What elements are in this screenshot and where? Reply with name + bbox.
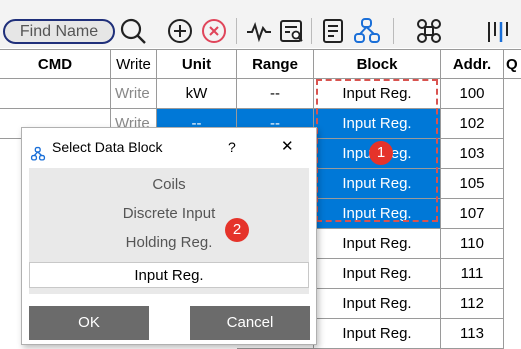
- table-cell-range[interactable]: --: [237, 79, 314, 109]
- toolbar-divider: [236, 18, 237, 44]
- table-cell-unit[interactable]: kW: [157, 79, 237, 109]
- column-header-q[interactable]: Q: [504, 49, 521, 79]
- select-data-block-dialog: Select Data Block ? ✕ Coils Discrete Inp…: [21, 127, 317, 345]
- add-circle-icon[interactable]: [165, 16, 195, 46]
- table-cell-addr[interactable]: 103: [441, 139, 504, 169]
- step-badge-1: 1: [369, 141, 393, 165]
- table-cell-addr[interactable]: 107: [441, 199, 504, 229]
- list-item-holding-reg[interactable]: Holding Reg.: [29, 230, 309, 256]
- dialog-title: Select Data Block: [52, 139, 163, 155]
- toolbar-divider: [393, 18, 394, 44]
- list-item-input-reg[interactable]: Input Reg.: [29, 262, 309, 288]
- table-cell-cmd[interactable]: [0, 79, 111, 109]
- toolbar: Find Name: [0, 0, 521, 48]
- step-badge-2: 2: [225, 218, 249, 242]
- help-button[interactable]: ?: [228, 128, 236, 166]
- toolbar-divider: [311, 18, 312, 44]
- data-block-list: Coils Discrete Input Holding Reg. Input …: [29, 168, 309, 294]
- ok-button[interactable]: OK: [29, 306, 149, 340]
- table-cell-block[interactable]: Input Reg.: [314, 259, 441, 289]
- document-icon[interactable]: [318, 16, 348, 46]
- table-cell-addr[interactable]: 111: [441, 259, 504, 289]
- search-icon[interactable]: [118, 16, 148, 46]
- columns-icon[interactable]: [482, 16, 512, 46]
- find-name-button[interactable]: Find Name: [3, 19, 115, 44]
- remove-circle-icon[interactable]: [199, 16, 229, 46]
- column-header-addr[interactable]: Addr.: [441, 49, 504, 79]
- list-item-coils[interactable]: Coils: [29, 172, 309, 198]
- table-cell-addr[interactable]: 102: [441, 109, 504, 139]
- column-header-unit[interactable]: Unit: [157, 49, 237, 79]
- cancel-button[interactable]: Cancel: [190, 306, 310, 340]
- signal-icon[interactable]: [244, 16, 274, 46]
- table-cell-addr[interactable]: 112: [441, 289, 504, 319]
- table-cell-block[interactable]: Input Reg.: [314, 229, 441, 259]
- close-icon[interactable]: ✕: [281, 128, 294, 166]
- list-item-discrete-input[interactable]: Discrete Input: [29, 201, 309, 227]
- column-header-block[interactable]: Block: [314, 49, 441, 79]
- table-cell-block[interactable]: Input Reg.: [314, 289, 441, 319]
- table-cell-addr[interactable]: 105: [441, 169, 504, 199]
- command-icon[interactable]: [414, 16, 444, 46]
- table-cell-write[interactable]: Write: [111, 79, 157, 109]
- list-search-icon[interactable]: [277, 16, 307, 46]
- dialog-titlebar: Select Data Block ? ✕: [22, 128, 318, 166]
- hierarchy-icon[interactable]: [352, 16, 382, 46]
- column-header-write[interactable]: Write: [111, 49, 157, 79]
- column-header-range[interactable]: Range: [237, 49, 314, 79]
- column-header-cmd[interactable]: CMD: [0, 49, 111, 79]
- table-cell-addr[interactable]: 100: [441, 79, 504, 109]
- hierarchy-icon: [30, 138, 46, 161]
- table-cell-addr[interactable]: 110: [441, 229, 504, 259]
